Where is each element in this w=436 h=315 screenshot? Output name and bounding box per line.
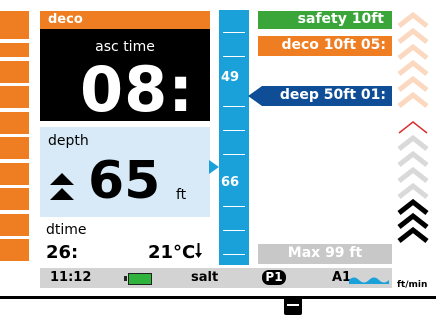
chevron-up-icon	[397, 212, 429, 229]
left-bar-segment	[0, 86, 29, 108]
scale-tick	[223, 32, 245, 33]
safety-stop-text: safety 10ft	[297, 11, 384, 27]
left-bar-segment	[0, 137, 29, 159]
depth-unit: ft	[176, 187, 187, 203]
deep-stop-badge: deep 50ft 01:	[262, 86, 392, 106]
battery-terminal	[124, 276, 127, 281]
dive-time-label: dtime	[46, 222, 87, 238]
max-depth-badge: Max 99 ft	[258, 244, 392, 264]
double-up-arrow-icon	[50, 173, 74, 200]
depth-pointer-icon	[209, 160, 219, 174]
down-arrow-icon	[195, 243, 203, 258]
water-type: salt	[191, 270, 219, 285]
battery-full-icon	[128, 273, 152, 285]
scale-tick	[223, 154, 245, 155]
left-bar-segment	[0, 61, 29, 83]
left-bar-segment	[0, 188, 29, 210]
scale-tick	[223, 206, 245, 207]
chevron-up-icon	[397, 182, 429, 199]
left-bar-segment	[0, 214, 29, 236]
ascent-time-panel: asc time 08:	[40, 29, 210, 126]
minus-icon	[287, 304, 299, 306]
ascent-time-value: 08:	[80, 53, 195, 126]
left-bar-segment	[0, 11, 29, 39]
chevron-up-icon	[397, 75, 429, 92]
chevron-up-icon	[397, 11, 429, 28]
chevron-up-icon	[397, 226, 429, 243]
depth-label: depth	[48, 133, 89, 149]
left-bar-segment	[0, 43, 29, 57]
menu-button[interactable]	[284, 296, 302, 315]
scale-label-lower: 66	[221, 175, 240, 190]
depth-scale-bar: 49 66	[219, 10, 249, 265]
temperature-value: 21°C	[148, 242, 203, 263]
scale-tick	[223, 130, 245, 131]
ascent-rate-unit: ft/min	[397, 280, 428, 290]
chevron-up-icon	[397, 166, 429, 183]
safety-stop-badge: safety 10ft	[258, 11, 392, 29]
scale-tick	[223, 254, 245, 255]
scale-tick	[223, 106, 245, 107]
scale-tick	[223, 56, 245, 57]
deco-header: deco	[40, 11, 210, 29]
left-bar-segment	[0, 163, 29, 185]
left-bar-segment	[0, 112, 29, 134]
chevron-up-icon	[397, 150, 429, 167]
status-bar: 11:12 salt P1 A1	[40, 268, 392, 288]
profile-label: P1	[265, 270, 283, 284]
depth-value: 65	[88, 151, 161, 211]
scale-label-upper: 49	[221, 70, 240, 85]
chevron-up-icon	[397, 43, 429, 60]
wave-icon	[349, 277, 389, 284]
left-bar-segment	[0, 239, 29, 261]
profile-badge: P1	[262, 270, 286, 285]
chevron-up-icon	[397, 134, 429, 151]
bottom-divider	[0, 296, 436, 299]
deco-stop-text: deco 10ft 05:	[281, 37, 386, 53]
chevron-up-icon	[397, 27, 429, 44]
chevron-up-icon	[397, 91, 429, 108]
chevron-up-icon	[397, 198, 429, 215]
clock-time: 11:12	[50, 270, 92, 285]
depth-panel: depth 65 ft	[40, 127, 210, 217]
dive-time-value: 26:	[46, 242, 79, 263]
temperature-text: 21°C	[148, 242, 196, 263]
deco-header-label: deco	[48, 12, 83, 27]
deep-stop-arrow-icon	[248, 86, 262, 106]
deco-stop-badge: deco 10ft 05:	[258, 36, 392, 56]
scale-tick	[223, 230, 245, 231]
chevron-up-icon	[398, 121, 428, 134]
ascent-rate-chevrons	[397, 11, 429, 243]
chevron-up-icon	[397, 59, 429, 76]
deep-stop-text: deep 50ft 01:	[279, 87, 386, 103]
max-depth-text: Max 99 ft	[287, 245, 363, 261]
